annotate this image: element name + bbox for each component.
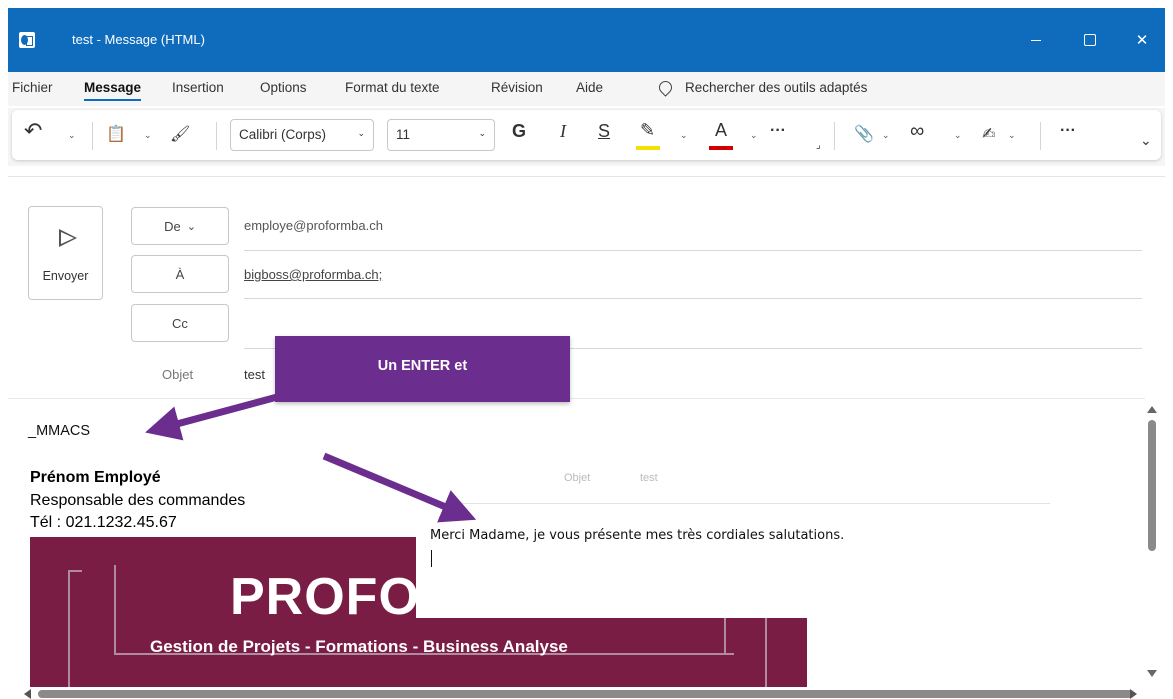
scroll-down-icon[interactable] (1147, 670, 1157, 677)
font-name-value: Calibri (Corps) (239, 127, 327, 142)
highlighter-icon[interactable]: ✎ (640, 120, 655, 141)
paste-dropdown[interactable]: ⌄ (144, 130, 152, 141)
subject-label: Objet (162, 367, 194, 382)
chevron-down-icon: ⌄ (478, 128, 486, 138)
subject-input[interactable]: test (244, 367, 265, 382)
minimize-button[interactable] (1013, 24, 1059, 56)
attach-file-icon[interactable]: 📎 (854, 124, 874, 144)
divider (244, 250, 1142, 251)
more-options-icon[interactable]: ··· (1060, 122, 1076, 140)
tell-me-search[interactable]: Rechercher des outils adaptés (685, 80, 867, 95)
signature-role: Responsable des commandes (30, 492, 246, 509)
underline-button[interactable]: S (598, 121, 610, 142)
signature-dropdown[interactable]: ⌄ (1008, 130, 1016, 141)
overlay-screenshot (416, 470, 810, 618)
maximize-button[interactable] (1067, 24, 1113, 56)
cc-button[interactable]: Cc (131, 304, 229, 342)
to-button[interactable]: À (131, 255, 229, 293)
undo-dropdown[interactable]: ⌄ (68, 130, 76, 141)
annotation-callout: Un ENTER et (275, 336, 570, 402)
ribbon-toolbar: ↶ ⌄ 📋 ⌄ 🖌 Calibri (Corps) ⌄ 11 ⌄ G I S ✎… (12, 110, 1161, 160)
link-dropdown[interactable]: ⌄ (954, 130, 962, 141)
reply-text: Merci Madame, je vous présente mes très … (430, 528, 845, 543)
lightbulb-icon (656, 78, 675, 97)
scroll-thumb[interactable] (38, 690, 1134, 698)
tab-insertion[interactable]: Insertion (172, 80, 224, 95)
format-painter-icon[interactable]: 🖌 (170, 124, 190, 144)
signature-phone: Tél : 021.1232.45.67 (30, 514, 177, 531)
font-name-select[interactable]: Calibri (Corps) ⌄ (230, 119, 374, 151)
outlook-icon (19, 32, 35, 48)
to-recipient[interactable]: bigboss@proformba.ch; (244, 267, 382, 282)
divider (244, 298, 1142, 299)
font-size-select[interactable]: 11 ⌄ (387, 119, 495, 151)
scroll-thumb[interactable] (1148, 420, 1156, 551)
overlay-screenshot (806, 510, 1051, 585)
bold-button[interactable]: G (512, 121, 526, 142)
highlight-dropdown[interactable]: ⌄ (680, 130, 688, 141)
ghost-subject-value: test (640, 472, 658, 484)
link-icon[interactable]: ∞ (910, 120, 924, 143)
scroll-up-icon[interactable] (1147, 406, 1157, 413)
from-label: De (164, 218, 181, 234)
more-formatting-icon[interactable]: ··· (770, 122, 786, 140)
font-color-button[interactable]: A (715, 120, 727, 141)
ribbon: ↶ ⌄ 📋 ⌄ 🖌 Calibri (Corps) ⌄ 11 ⌄ G I S ✎… (8, 108, 1165, 166)
tab-aide[interactable]: Aide (576, 80, 603, 95)
banner-tagline: Gestion de Projets - Formations - Busine… (150, 637, 568, 656)
scroll-right-icon[interactable] (1130, 689, 1137, 699)
horizontal-scrollbar[interactable] (20, 688, 1140, 699)
chevron-down-icon: ⌄ (357, 128, 365, 138)
tab-options[interactable]: Options (260, 80, 307, 95)
signature-name: Prénom Employé (30, 469, 161, 486)
signature-icon[interactable]: ✍ (982, 124, 995, 144)
tab-fichier[interactable]: Fichier (12, 80, 53, 95)
send-icon (59, 229, 77, 247)
scroll-left-icon[interactable] (24, 689, 31, 699)
highlight-color-bar (636, 146, 660, 150)
send-button[interactable]: Envoyer (28, 206, 103, 300)
tab-revision[interactable]: Révision (491, 80, 543, 95)
ghost-subject-label: Objet (564, 472, 591, 484)
font-color-bar (709, 146, 733, 150)
italic-button[interactable]: I (560, 121, 566, 142)
separator (1040, 122, 1041, 150)
chevron-down-icon: ⌄ (186, 220, 196, 233)
divider (438, 503, 1050, 504)
divider (8, 398, 1145, 399)
tab-format-du-texte[interactable]: Format du texte (345, 80, 440, 95)
font-color-dropdown[interactable]: ⌄ (750, 130, 758, 141)
from-value: employe@proformba.ch (244, 218, 383, 233)
collapse-ribbon-icon[interactable]: ⌄ (1140, 132, 1152, 149)
dialog-launcher-icon[interactable]: ⌟ (816, 140, 821, 151)
text-caret (431, 550, 432, 567)
send-label: Envoyer (42, 269, 89, 283)
tab-message[interactable]: Message (84, 80, 142, 101)
font-size-value: 11 (396, 127, 411, 142)
from-button[interactable]: De ⌄ (131, 207, 229, 245)
separator (834, 122, 835, 150)
ribbon-tabs: Fichier Message Insertion Options Format… (8, 72, 1165, 106)
banner-frame (68, 570, 82, 687)
close-button[interactable]: ✕ (1119, 24, 1165, 56)
callout-text: Un ENTER et (377, 358, 468, 374)
separator (216, 122, 217, 150)
message-body-text[interactable]: _MMACS (28, 423, 90, 439)
vertical-scrollbar[interactable] (1145, 404, 1165, 684)
attach-dropdown[interactable]: ⌄ (882, 130, 890, 141)
undo-icon[interactable]: ↶ (24, 118, 42, 144)
window-title: test - Message (HTML) (72, 32, 205, 47)
title-bar: test - Message (HTML) ✕ (8, 8, 1165, 72)
paste-icon[interactable]: 📋 (106, 124, 126, 144)
separator (92, 122, 93, 150)
